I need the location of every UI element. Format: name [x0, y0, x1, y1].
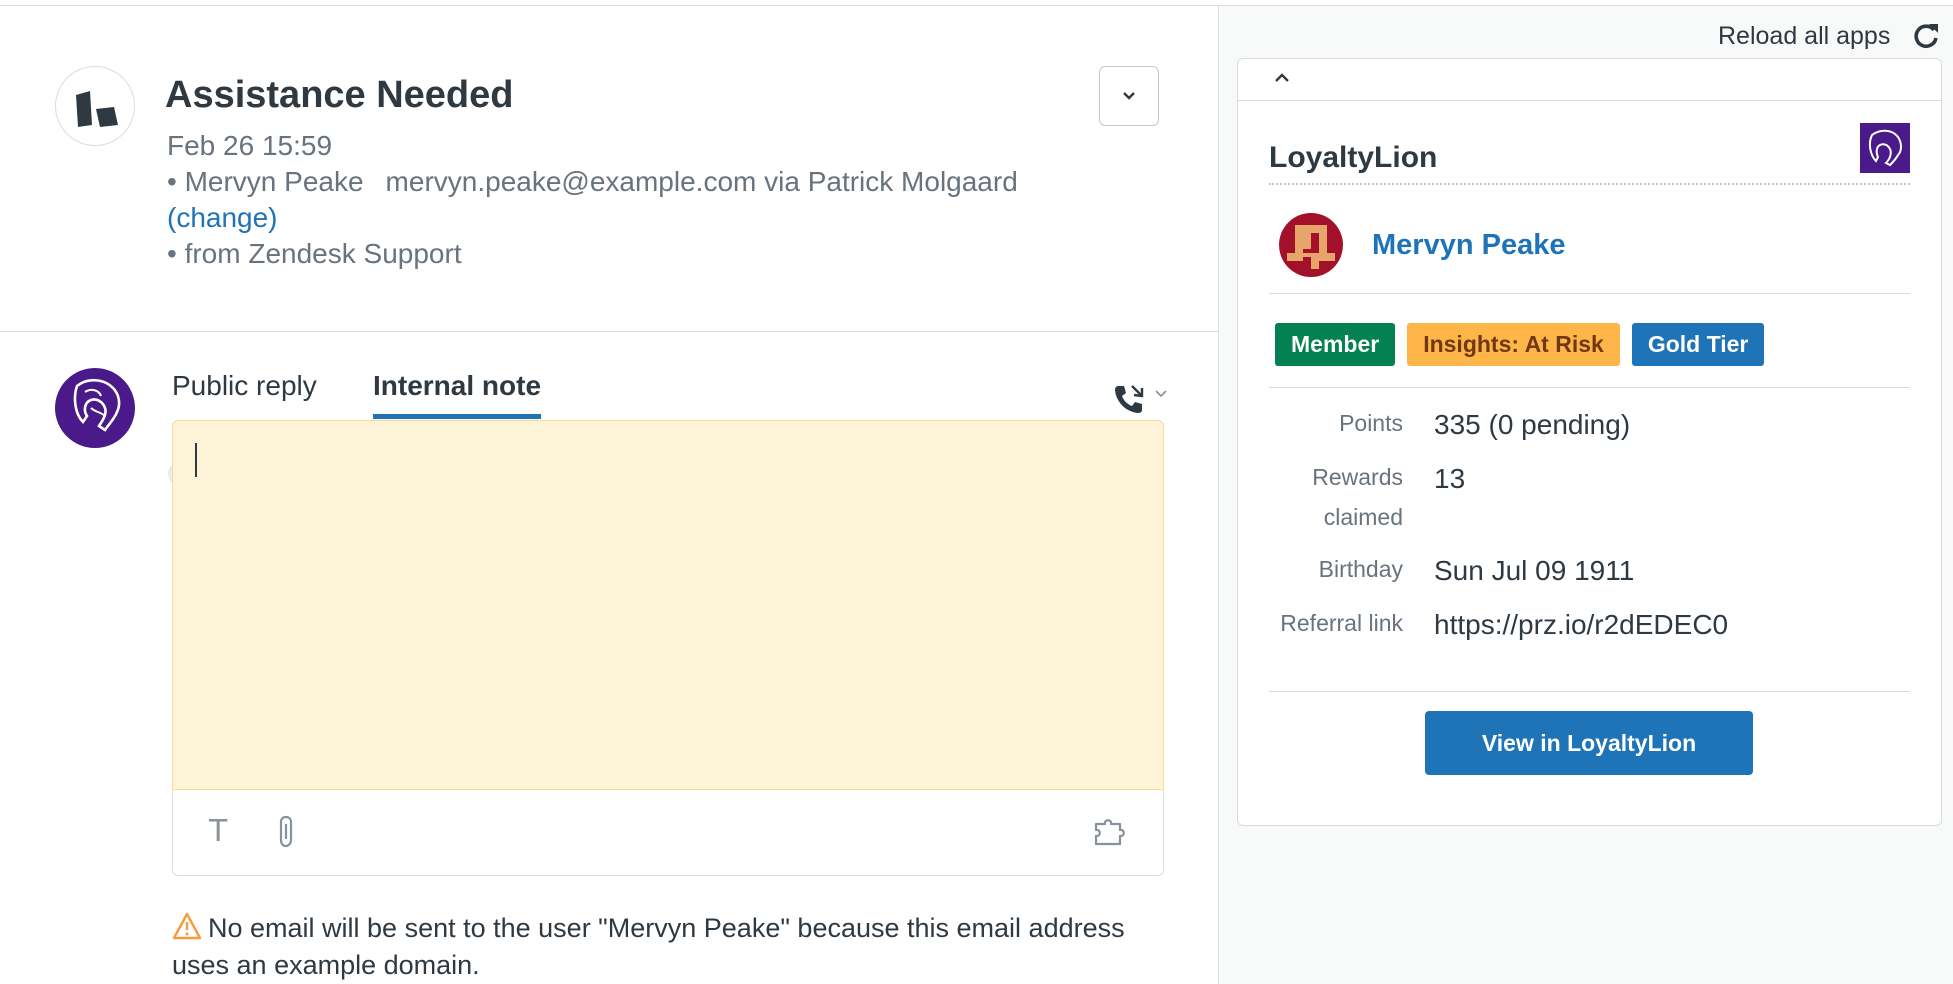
field-value: 13: [1434, 463, 1466, 494]
app-collapse-header[interactable]: [1238, 59, 1941, 101]
reply-composer: Public reply Internal note T No email wi…: [0, 332, 1219, 984]
customer-name-link[interactable]: Mervyn Peake: [1372, 229, 1565, 262]
customer-tags: Member Insights: At Risk Gold Tier: [1275, 323, 1765, 366]
ticket-options-button[interactable]: [1099, 66, 1159, 126]
divider: [1269, 691, 1910, 692]
requester-line: • Mervyn Peake mervyn.peake@example.com v…: [167, 166, 1018, 198]
field-label: Referral link: [1280, 610, 1403, 636]
warning-text: No email will be sent to the user "Mervy…: [172, 913, 1125, 980]
identicon-icon: [1287, 225, 1335, 269]
reload-all-apps-link[interactable]: Reload all apps: [1718, 22, 1890, 51]
ticket-header: Assistance Needed Feb 26 15:59 • Mervyn …: [0, 6, 1219, 332]
example-domain-warning: No email will be sent to the user "Mervy…: [172, 910, 1132, 984]
chevron-down-icon: [1123, 92, 1135, 100]
tab-public-reply[interactable]: Public reply: [172, 370, 317, 414]
text-cursor: [195, 443, 197, 477]
customer-avatar: [1279, 213, 1343, 277]
requester-email-via: mervyn.peake@example.com via Patrick Mol…: [385, 166, 1018, 197]
apps-puzzle-icon[interactable]: [1093, 816, 1129, 848]
ticket-pane: Assistance Needed Feb 26 15:59 • Mervyn …: [0, 6, 1219, 984]
lion-logo-icon: [1868, 129, 1902, 167]
app-title: LoyaltyLion: [1269, 141, 1438, 174]
chevron-up-icon[interactable]: [1274, 73, 1290, 83]
ticket-title: Assistance Needed: [165, 74, 514, 116]
agent-avatar: [55, 368, 197, 490]
loyaltylion-app-card: LoyaltyLion Mervyn Peake Member Insights…: [1237, 58, 1942, 826]
field-value: 335 (0 pending): [1434, 409, 1631, 440]
field-value[interactable]: https://prz.io/r2dEDEC0: [1434, 605, 1728, 645]
requester-name: • Mervyn Peake: [167, 166, 364, 197]
tag-gold-tier: Gold Tier: [1631, 323, 1765, 366]
change-requester-link[interactable]: (change): [167, 202, 278, 234]
apps-sidebar: Reload all apps LoyaltyLion Mervyn Peake…: [1220, 6, 1953, 984]
field-value: Sun Jul 09 1911: [1434, 555, 1635, 586]
refresh-icon[interactable]: [1912, 22, 1940, 50]
attachment-icon[interactable]: [275, 814, 299, 850]
field-label: Birthday: [1318, 556, 1403, 582]
divider: [1269, 387, 1910, 388]
warning-icon: [172, 912, 202, 940]
internal-note-textarea[interactable]: [172, 420, 1164, 790]
divider: [1269, 293, 1910, 294]
ticket-source: • from Zendesk Support: [167, 238, 462, 269]
loyaltylion-logo: [1860, 123, 1910, 173]
tag-member: Member: [1275, 323, 1396, 366]
ticket-date: Feb 26 15:59: [167, 130, 333, 161]
composer-toolbar: T: [172, 790, 1164, 876]
view-in-loyaltylion-button[interactable]: View in LoyaltyLion: [1425, 711, 1753, 775]
phone-call-icon[interactable]: [1112, 382, 1146, 416]
tag-insights-at-risk: Insights: At Risk: [1407, 323, 1620, 366]
tab-internal-note[interactable]: Internal note: [373, 370, 542, 419]
brand-avatar: [55, 66, 135, 146]
call-dropdown-chevron-icon[interactable]: [1155, 390, 1167, 398]
field-label: Points: [1339, 410, 1403, 436]
loyaltylion-lion-icon: [73, 378, 121, 432]
field-label: Rewards claimed: [1312, 464, 1403, 530]
zendesk-brand-icon: [76, 91, 118, 127]
text-format-icon[interactable]: T: [209, 814, 227, 849]
title-divider: [1269, 183, 1910, 185]
